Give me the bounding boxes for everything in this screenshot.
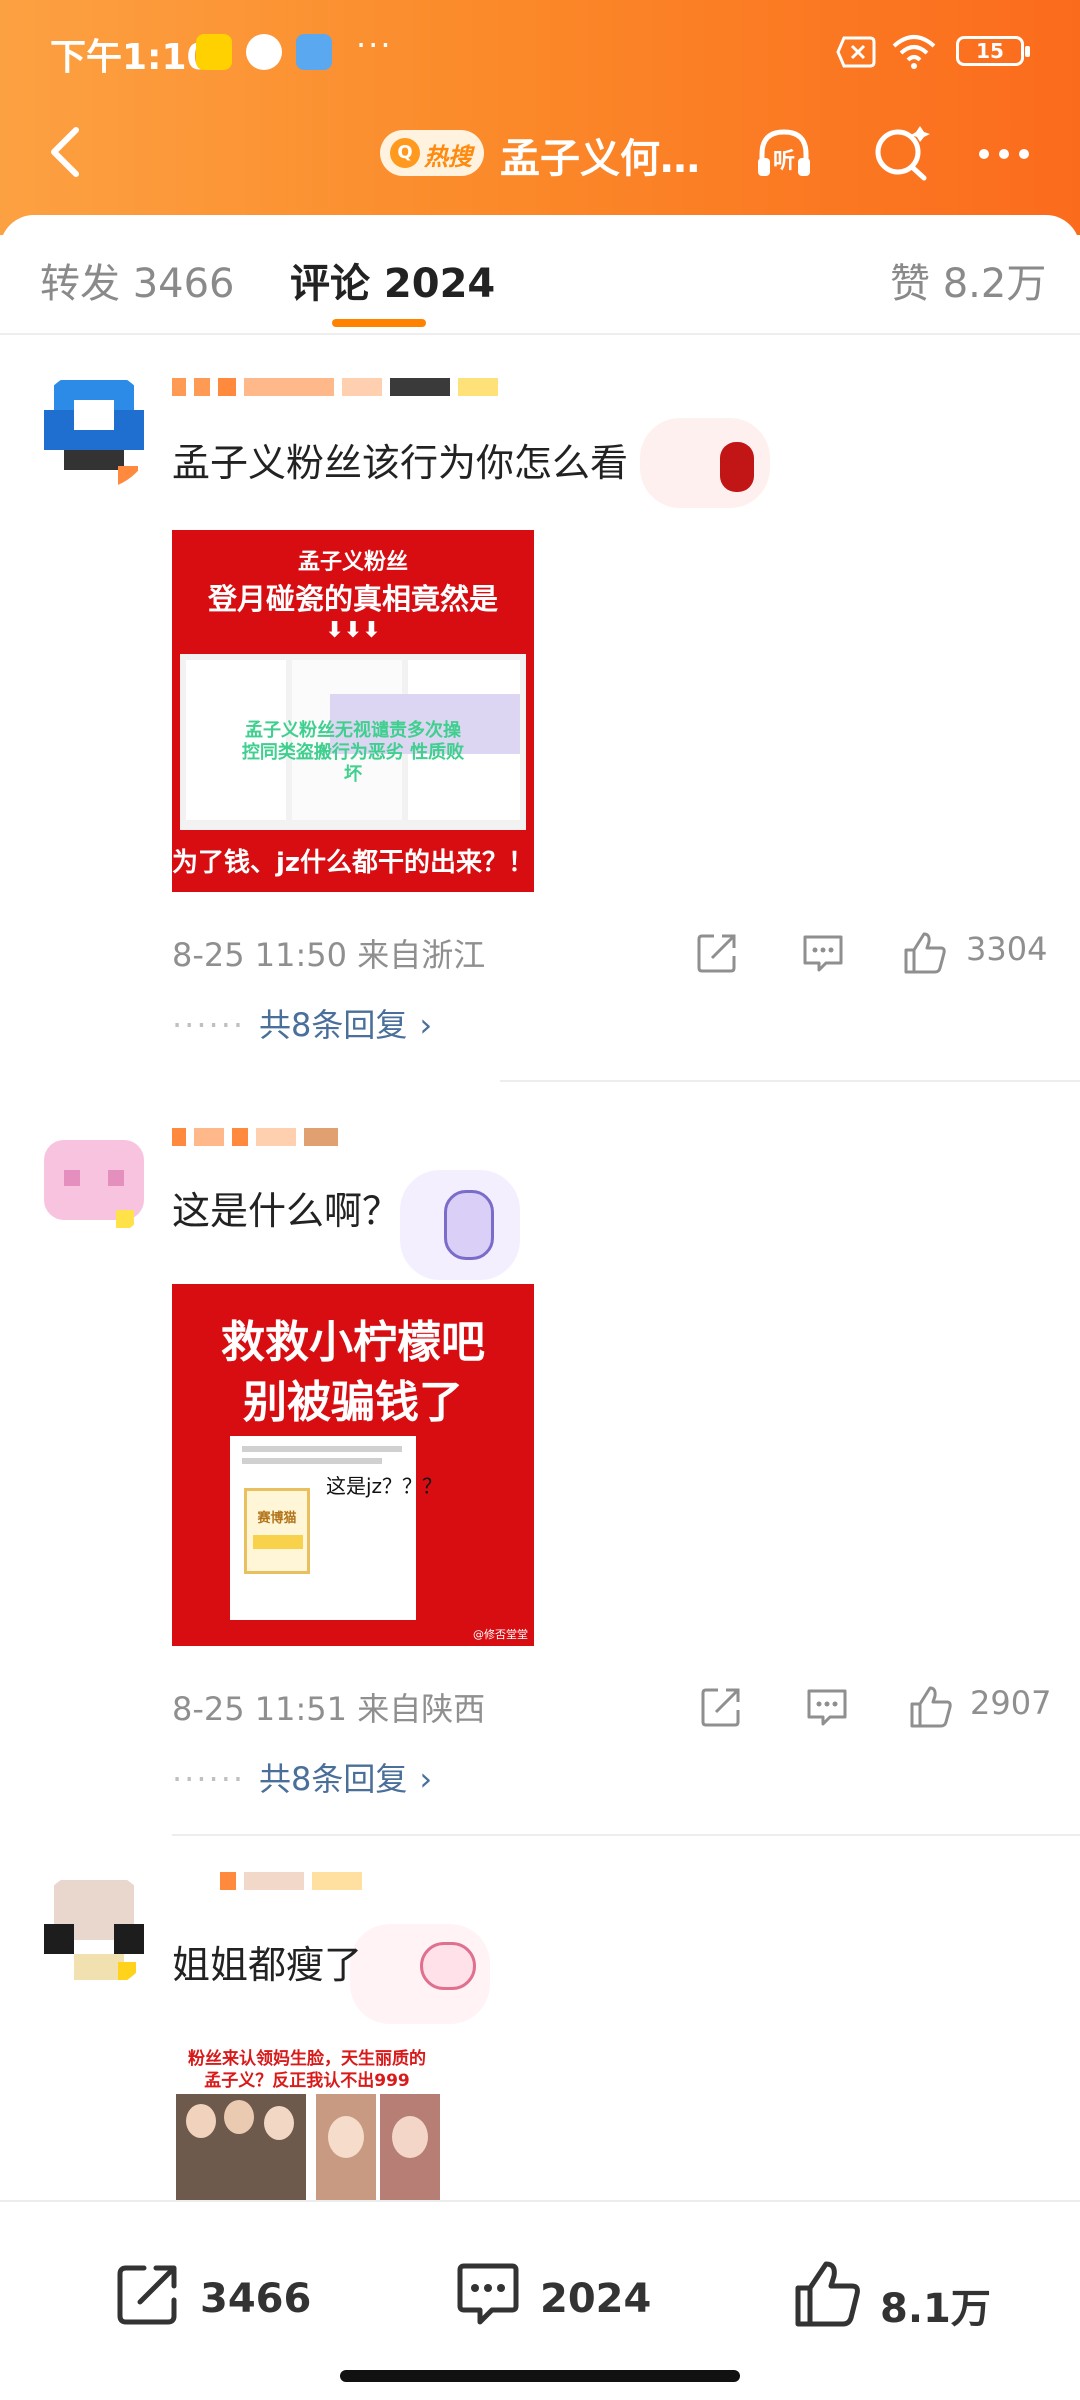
battery-indicator: 15 xyxy=(956,36,1030,66)
screenshot-collage: 孟子义粉丝无视谴责多次操控同类盗搬行为恶劣 性质败坏 xyxy=(180,654,526,830)
page-title[interactable]: 孟子义何… xyxy=(500,126,700,184)
tab-bar: 转发 3466 评论 2024 赞 8.2万 xyxy=(0,215,1080,335)
replies-label: 共8条回复 xyxy=(259,1006,408,1044)
listen-headphones-icon[interactable]: 听 xyxy=(752,122,816,186)
comment-item: 姐姐都瘦了 粉丝来认领妈生脸，天生丽质的 孟子义？反正我认不出999 xyxy=(0,1840,1080,2200)
hot-search-label: 热搜 xyxy=(424,143,472,171)
comment-text: 姐姐都瘦了 xyxy=(172,1943,363,1987)
more-icon[interactable] xyxy=(972,122,1036,186)
comment-icon[interactable] xyxy=(804,1684,850,1730)
tab-likes[interactable]: 赞 8.2万 xyxy=(890,251,1046,309)
photo-portrait xyxy=(316,2094,376,2200)
comment-icon xyxy=(457,2263,519,2325)
photo-group xyxy=(176,2094,306,2200)
comment-text: 这是什么啊？ xyxy=(172,1189,401,1233)
comment-text: 孟子义粉丝该行为你怎么看 xyxy=(172,441,629,485)
decoration-sticker xyxy=(640,418,770,508)
comment-button[interactable]: 2024 xyxy=(452,2258,652,2338)
divider xyxy=(500,1080,1080,1082)
repost-icon xyxy=(117,2265,177,2325)
meituan-app-icon xyxy=(196,34,232,70)
hot-search-badge[interactable]: Q 热搜 xyxy=(380,130,484,176)
image-caption: 为了钱、jz什么都干的出来？！ xyxy=(172,848,534,878)
image-caption: 别被骗钱了 xyxy=(243,1377,463,1428)
tab-comments[interactable]: 评论 2024 xyxy=(290,251,495,309)
like-count: 2907 xyxy=(970,1684,1052,1722)
username-blurred[interactable] xyxy=(220,1864,620,1896)
comment-meta: 8-25 11:50 来自浙江 xyxy=(172,936,486,974)
comment-image[interactable]: 粉丝来认领妈生脸，天生丽质的 孟子义？反正我认不出999 xyxy=(172,2040,442,2200)
replies-label: 共8条回复 xyxy=(259,1760,408,1798)
inner-caption: 这是jz？？？ xyxy=(326,1474,443,1498)
image-overlay-text: 孟子义粉丝无视谴责多次操控同类盗搬行为恶劣 性质败坏 xyxy=(241,720,465,785)
chevron-right-icon: › xyxy=(419,1760,433,1798)
comment-image[interactable]: 救救小柠檬吧 别被骗钱了 赛博猫 这是jz？？？ @修否堂堂 xyxy=(172,1284,534,1646)
active-tab-indicator xyxy=(332,319,426,327)
tab-reposts[interactable]: 转发 3466 xyxy=(40,251,235,309)
image-arrows: ⬇⬇⬇ xyxy=(325,618,381,643)
like-count: 3304 xyxy=(966,930,1048,968)
like-icon[interactable] xyxy=(908,1684,954,1730)
status-more-icon: ··· xyxy=(356,26,393,64)
badge-card: 赛博猫 xyxy=(244,1488,310,1574)
nav-bar: Q 热搜 孟子义何… 听 xyxy=(0,100,1080,210)
view-replies-link[interactable]: ······ 共8条回复 › xyxy=(172,1000,432,1046)
avatar[interactable] xyxy=(34,1120,154,1240)
photo-portrait xyxy=(380,2094,440,2200)
avatar[interactable] xyxy=(34,1870,154,1990)
comment-icon[interactable] xyxy=(800,930,846,976)
embedded-screenshot: 赛博猫 这是jz？？？ xyxy=(230,1436,442,1620)
share-icon[interactable] xyxy=(698,1684,744,1730)
like-icon xyxy=(795,2261,860,2327)
comment-image[interactable]: 孟子义粉丝 登月碰瓷的真相竟然是 ⬇⬇⬇ 孟子义粉丝无视谴责多次操控同类盗搬行为… xyxy=(172,530,534,892)
like-button[interactable]: 8.1万 xyxy=(792,2258,992,2338)
like-count: 8.1万 xyxy=(880,2286,991,2332)
comment-count: 2024 xyxy=(540,2276,652,2322)
search-icon: Q xyxy=(390,138,420,168)
wifi-icon xyxy=(892,35,936,69)
image-caption: 孟子义？反正我认不出999 xyxy=(204,2071,410,2091)
image-caption: 孟子义粉丝 xyxy=(297,550,408,575)
replies-dots: ······ xyxy=(172,1006,246,1044)
share-icon[interactable] xyxy=(694,930,740,976)
status-time: 下午1:10 xyxy=(50,37,212,78)
decoration-sticker xyxy=(400,1170,520,1280)
username-blurred[interactable] xyxy=(172,370,572,402)
comment-item: 这是什么啊？ 救救小柠檬吧 别被骗钱了 赛博猫 这是jz？？？ @修否堂堂 8-… xyxy=(0,1090,1080,1836)
comment-meta: 8-25 11:51 来自陕西 xyxy=(172,1690,486,1728)
decoration-sticker xyxy=(350,1924,490,2024)
avatar[interactable] xyxy=(34,370,154,490)
username-blurred[interactable] xyxy=(172,1120,572,1152)
search-icon[interactable] xyxy=(870,122,934,186)
watermark: @修否堂堂 xyxy=(473,1628,528,1641)
back-arrow-icon[interactable] xyxy=(38,122,98,182)
replies-dots: ······ xyxy=(172,1760,246,1798)
comment-item: 孟子义粉丝该行为你怎么看 孟子义粉丝 登月碰瓷的真相竟然是 ⬇⬇⬇ 孟子义粉丝无… xyxy=(0,340,1080,1082)
header-bar: 下午1:10 ··· 15 Q 热搜 孟子义何… 听 xyxy=(0,0,1080,235)
wallet-app-icon xyxy=(296,34,332,70)
weibo-app-icon xyxy=(246,34,282,70)
like-icon[interactable] xyxy=(902,930,948,976)
home-indicator[interactable] xyxy=(340,2370,740,2382)
svg-text:听: 听 xyxy=(773,149,795,174)
badge-card-title: 赛博猫 xyxy=(257,1511,297,1526)
status-bar: 下午1:10 ··· 15 xyxy=(0,0,1080,100)
divider xyxy=(172,1834,1080,1836)
sim-x-icon xyxy=(836,36,876,68)
chevron-right-icon: › xyxy=(419,1006,433,1044)
image-caption: 登月碰瓷的真相竟然是 xyxy=(207,582,498,616)
image-caption: 救救小柠檬吧 xyxy=(221,1317,485,1368)
repost-count: 3466 xyxy=(200,2276,312,2322)
view-replies-link[interactable]: ······ 共8条回复 › xyxy=(172,1754,432,1800)
repost-button[interactable]: 3466 xyxy=(112,2258,312,2338)
